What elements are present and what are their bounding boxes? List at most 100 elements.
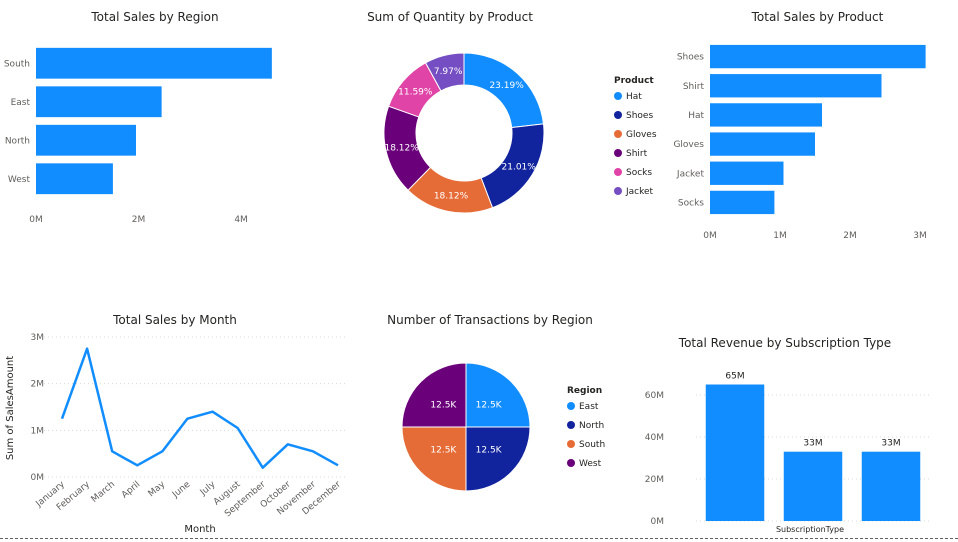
- y-tick-label: 20M: [645, 475, 664, 485]
- bar: [783, 451, 843, 521]
- category-label: East: [11, 98, 31, 108]
- data-label: 65M: [725, 372, 744, 382]
- y-tick-label: 0M: [651, 517, 665, 527]
- data-label: 12.5K: [476, 446, 503, 456]
- line-series: [60, 347, 339, 469]
- legend-marker: [614, 168, 622, 176]
- chart-title: Total Sales by Month: [113, 313, 237, 327]
- chart-revenue-by-subscription[interactable]: Total Revenue by Subscription Type 0M 20M…: [640, 330, 958, 538]
- chart-sales-by-month[interactable]: Total Sales by Month 0M 1M 2M 3M January Febr…: [0, 305, 355, 540]
- legend-label: Gloves: [626, 130, 657, 140]
- category-label: Hat: [688, 111, 704, 121]
- legend-marker: [567, 459, 575, 467]
- chart-title: Number of Transactions by Region: [387, 313, 593, 327]
- chart-title: Total Revenue by Subscription Type: [678, 336, 892, 350]
- legend-marker: [614, 149, 622, 157]
- y-tick-label: 2M: [31, 380, 45, 390]
- chart-title: Total Sales by Region: [91, 10, 219, 24]
- data-label: 23.19%: [489, 81, 524, 91]
- x-tick-label: March: [90, 480, 117, 505]
- pie-slice: [401, 362, 467, 428]
- category-label: Gloves: [673, 140, 704, 150]
- category-label: Shirt: [683, 82, 705, 92]
- chart-sales-by-product[interactable]: Total Sales by Product Shoes Shirt Hat Glov…: [665, 0, 958, 250]
- x-tick-label: July: [198, 479, 218, 498]
- legend-marker: [567, 421, 575, 429]
- x-tick-label: 2M: [843, 231, 857, 241]
- y-tick-label: 0M: [31, 473, 45, 483]
- x-tick-label: April: [120, 480, 142, 501]
- bar: [710, 190, 775, 215]
- x-tick-label: 0M: [703, 231, 717, 241]
- data-label: 18.12%: [384, 143, 419, 153]
- legend-label: South: [579, 440, 605, 450]
- quantity-by-product-plot: 23.19% 21.01% 18.12% 18.12% 11.59%7.97% Produ…: [383, 52, 657, 214]
- bar: [710, 74, 882, 98]
- legend-title: Product: [614, 76, 654, 86]
- bar: [710, 103, 822, 127]
- bar: [705, 384, 765, 521]
- legend-marker: [567, 440, 575, 448]
- chart-quantity-by-product[interactable]: Sum of Quantity by Product 23.19% 21.01% 1…: [300, 0, 670, 250]
- x-tick-label: May: [147, 479, 168, 499]
- chart-title: Total Sales by Product: [751, 10, 884, 24]
- chart-transactions-by-region[interactable]: Number of Transactions by Region 12.5K 12…: [380, 305, 640, 538]
- legend-marker: [614, 111, 622, 119]
- bar: [36, 163, 113, 195]
- bar: [36, 86, 162, 118]
- x-tick-label: June: [170, 479, 193, 500]
- legend-label: Hat: [626, 92, 642, 102]
- legend-label: East: [579, 402, 599, 412]
- category-label: West: [8, 175, 31, 185]
- chart-sales-by-region[interactable]: Total Sales by Region South East North West…: [0, 0, 300, 250]
- pie-slice: [465, 362, 531, 428]
- x-axis-title: SubscriptionType: [776, 525, 844, 534]
- chart-title: Sum of Quantity by Product: [367, 10, 533, 24]
- category-label: Shoes: [677, 53, 704, 63]
- category-label: Socks: [678, 198, 704, 208]
- data-label: 33M: [803, 439, 822, 449]
- legend-marker: [614, 92, 622, 100]
- legend-label: West: [579, 459, 602, 469]
- bar: [710, 132, 815, 156]
- legend-label: Jacket: [625, 187, 654, 197]
- transactions-by-region-plot: 12.5K 12.5K 12.5K 12.5K Region East North South…: [401, 362, 605, 492]
- data-label: 11.59%: [398, 87, 433, 97]
- legend-marker: [614, 187, 622, 195]
- category-label: Jacket: [676, 169, 705, 179]
- y-tick-label: 40M: [645, 433, 664, 443]
- pie-slice: [401, 426, 467, 492]
- legend-label: North: [579, 421, 604, 431]
- sales-by-product-plot: Shoes Shirt Hat Gloves Jacket Socks 0M 1M 2M 3M: [673, 44, 927, 241]
- x-tick-label: 2M: [132, 215, 146, 225]
- data-label: 18.12%: [434, 192, 469, 202]
- legend-label: Shirt: [626, 149, 648, 159]
- category-label: South: [4, 59, 30, 69]
- x-tick-label: 1M: [773, 231, 787, 241]
- data-label: 12.5K: [430, 446, 457, 456]
- legend-label: Socks: [626, 168, 652, 178]
- x-tick-label: 0M: [29, 215, 43, 225]
- bar: [36, 47, 272, 79]
- bar: [861, 451, 921, 521]
- legend-marker: [567, 402, 575, 410]
- sales-by-month-plot: 0M1M2M3MJanuaryFebruaryMarch April May June…: [5, 333, 348, 535]
- revenue-by-subscription-plot: 0M 20M 40M 60M 65M 33M 33M SubscriptionType: [645, 372, 930, 534]
- data-label: 7.97%: [434, 67, 463, 77]
- x-axis-title: Month: [184, 524, 215, 535]
- pie-slice: [465, 426, 531, 492]
- data-label: 12.5K: [430, 400, 457, 410]
- data-label: 12.5K: [476, 400, 503, 410]
- legend-label: Shoes: [626, 111, 653, 121]
- x-tick-label: 4M: [234, 215, 248, 225]
- bar: [710, 161, 784, 185]
- y-tick-label: 1M: [31, 426, 45, 436]
- bar: [710, 44, 926, 69]
- legend-title: Region: [567, 386, 602, 396]
- category-label: North: [5, 136, 30, 146]
- data-label: 33M: [881, 439, 900, 449]
- sales-by-region-plot: South East North West 0M 2M 4M: [4, 47, 272, 225]
- x-tick-label: 3M: [913, 231, 927, 241]
- bar: [36, 124, 136, 156]
- y-axis-title: Sum of SalesAmount: [5, 356, 16, 460]
